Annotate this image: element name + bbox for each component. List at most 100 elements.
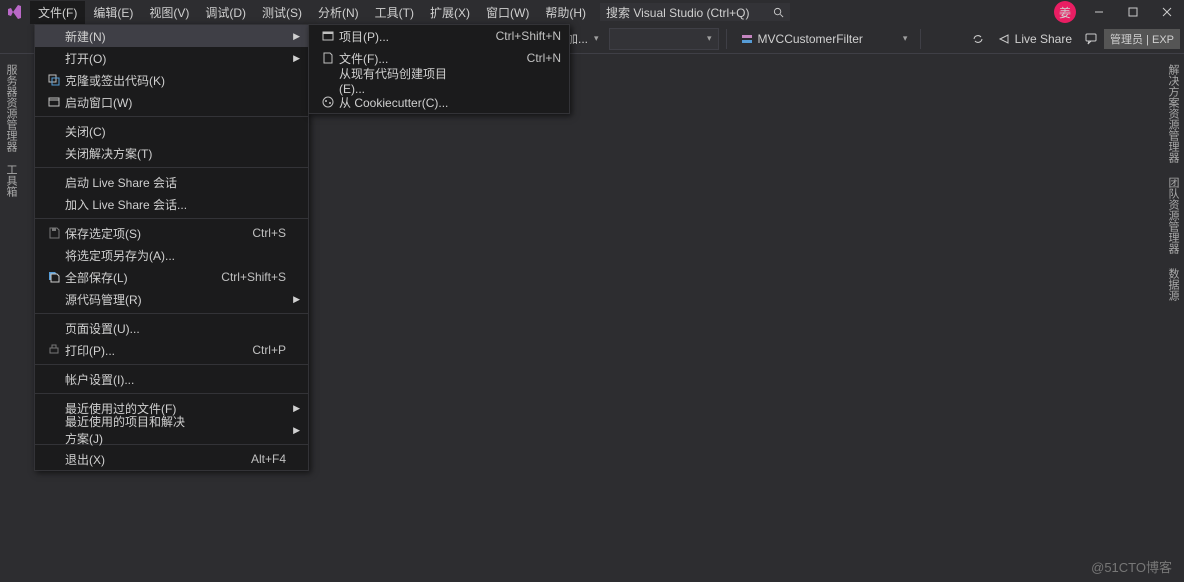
menu-row[interactable]: 退出(X)Alt+F4	[35, 448, 308, 470]
right-rail: 解决方案资源管理器团队资源管理器数据源	[1162, 54, 1184, 305]
menu-item[interactable]: 编辑(E)	[85, 1, 141, 24]
menu-label: 启动窗口(W)	[65, 94, 196, 111]
menu-row[interactable]: 克隆或签出代码(K)	[35, 69, 308, 91]
menubar: 文件(F)编辑(E)视图(V)调试(D)测试(S)分析(N)工具(T)扩展(X)…	[30, 1, 594, 24]
menu-shortcut: Alt+F4	[196, 452, 286, 466]
menu-separator	[35, 393, 308, 394]
menu-label: 打开(O)	[65, 50, 196, 67]
cookie-icon	[317, 95, 339, 109]
menu-row[interactable]: 全部保存(L)Ctrl+Shift+S	[35, 266, 308, 288]
menu-shortcut: Ctrl+P	[196, 343, 286, 357]
menu-row[interactable]: 启动 Live Share 会话	[35, 171, 308, 193]
menu-label: 关闭解决方案(T)	[65, 145, 196, 162]
vs-logo-icon	[0, 4, 30, 20]
menu-item[interactable]: 帮助(H)	[537, 1, 594, 24]
menu-item[interactable]: 调试(D)	[197, 1, 254, 24]
menu-separator	[35, 313, 308, 314]
admin-badge: 管理员 | EXP	[1104, 29, 1180, 49]
menu-row[interactable]: 打开(O) ▶	[35, 47, 308, 69]
menu-row: 关闭解决方案(T)	[35, 142, 308, 164]
target-combo[interactable]: ▾	[609, 28, 719, 50]
menu-label: 打印(P)...	[65, 342, 196, 359]
submenu-shortcut: Ctrl+Shift+N	[471, 29, 561, 43]
feedback-icon[interactable]	[1084, 32, 1098, 46]
submenu-arrow-icon: ▶	[286, 31, 300, 42]
menu-row[interactable]: 源代码管理(R)▶	[35, 288, 308, 310]
print-icon	[43, 343, 65, 357]
menu-label: 克隆或签出代码(K)	[65, 72, 196, 89]
submenu-shortcut: Ctrl+N	[471, 51, 561, 65]
submenu-row[interactable]: 从 Cookiecutter(C)...	[309, 91, 569, 113]
menu-row: 关闭(C)	[35, 120, 308, 142]
submenu-label: 从 Cookiecutter(C)...	[339, 94, 471, 111]
minimize-button[interactable]	[1082, 0, 1116, 24]
menu-shortcut: Ctrl+S	[196, 226, 286, 240]
menu-row: 打印(P)...Ctrl+P	[35, 339, 308, 361]
menu-label: 加入 Live Share 会话...	[65, 196, 196, 213]
avatar[interactable]: 姜	[1054, 1, 1076, 23]
live-share-button[interactable]: Live Share	[991, 28, 1078, 50]
saveall-icon	[43, 270, 65, 284]
chevron-down-icon: ▾	[594, 33, 599, 44]
menu-row[interactable]: 启动窗口(W)	[35, 91, 308, 113]
submenu-row[interactable]: 项目(P)...Ctrl+Shift+N	[309, 25, 569, 47]
search-icon	[773, 7, 784, 18]
menu-label: 新建(N)	[65, 28, 196, 45]
menu-label: 保存选定项(S)	[65, 225, 196, 242]
search-placeholder: 搜索 Visual Studio (Ctrl+Q)	[606, 4, 750, 21]
search-input[interactable]: 搜索 Visual Studio (Ctrl+Q)	[600, 3, 790, 21]
side-tab[interactable]: 服务器资源管理器	[1, 60, 21, 156]
menu-separator	[35, 167, 308, 168]
menu-item[interactable]: 扩展(X)	[422, 1, 478, 24]
side-tab[interactable]: 工具箱	[1, 160, 21, 201]
menu-shortcut: Ctrl+Shift+S	[196, 270, 286, 284]
clone-icon	[43, 73, 65, 87]
side-tab[interactable]: 团队资源管理器	[1163, 173, 1183, 258]
maximize-button[interactable]	[1116, 0, 1150, 24]
new-submenu: 项目(P)...Ctrl+Shift+N文件(F)...Ctrl+N从现有代码创…	[308, 24, 570, 114]
file-menu-dropdown: 新建(N) ▶ 打开(O) ▶ 克隆或签出代码(K) 启动窗口(W) 关闭(C) 关闭解决方案…	[34, 24, 309, 471]
menu-item[interactable]: 测试(S)	[254, 1, 310, 24]
menu-row: 将选定项另存为(A)...	[35, 244, 308, 266]
stack-icon	[740, 32, 754, 46]
chevron-down-icon: ▾	[707, 33, 712, 44]
submenu-arrow-icon: ▶	[286, 53, 300, 64]
share-icon	[997, 32, 1011, 46]
menu-item[interactable]: 分析(N)	[310, 1, 367, 24]
menu-separator	[35, 364, 308, 365]
menu-row[interactable]: 新建(N) ▶	[35, 25, 308, 47]
menu-row: 保存选定项(S)Ctrl+S	[35, 222, 308, 244]
separator	[920, 29, 921, 49]
file-icon	[317, 51, 339, 65]
submenu-label: 项目(P)...	[339, 28, 471, 45]
menu-row[interactable]: 加入 Live Share 会话...	[35, 193, 308, 215]
submenu-arrow-icon: ▶	[286, 403, 300, 414]
window-controls: 姜	[1054, 0, 1184, 24]
separator	[726, 29, 727, 49]
save-icon	[43, 226, 65, 240]
side-tab[interactable]: 数据源	[1163, 264, 1183, 305]
menu-label: 帐户设置(I)...	[65, 371, 196, 388]
chevron-down-icon: ▾	[903, 33, 908, 44]
menu-label: 退出(X)	[65, 451, 196, 468]
menu-label: 页面设置(U)...	[65, 320, 196, 337]
submenu-arrow-icon: ▶	[286, 294, 300, 305]
side-tab[interactable]: 解决方案资源管理器	[1163, 60, 1183, 167]
menu-separator	[35, 218, 308, 219]
watermark: @51CTO博客	[1091, 557, 1172, 576]
sync-icon[interactable]	[971, 32, 985, 46]
menu-label: 最近使用的项目和解决方案(J)	[65, 413, 196, 447]
menu-label: 启动 Live Share 会话	[65, 174, 196, 191]
menu-label: 全部保存(L)	[65, 269, 196, 286]
menu-separator	[35, 116, 308, 117]
submenu-row[interactable]: 从现有代码创建项目(E)...	[309, 69, 569, 91]
menu-item[interactable]: 视图(V)	[141, 1, 197, 24]
menu-item[interactable]: 文件(F)	[30, 1, 85, 24]
close-button[interactable]	[1150, 0, 1184, 24]
titlebar: 文件(F)编辑(E)视图(V)调试(D)测试(S)分析(N)工具(T)扩展(X)…	[0, 0, 1184, 24]
project-combo[interactable]: MVCCustomerFilter ▾	[734, 28, 914, 50]
menu-row[interactable]: 最近使用的项目和解决方案(J)▶	[35, 419, 308, 441]
menu-row[interactable]: 帐户设置(I)...	[35, 368, 308, 390]
menu-item[interactable]: 窗口(W)	[478, 1, 537, 24]
menu-item[interactable]: 工具(T)	[367, 1, 422, 24]
